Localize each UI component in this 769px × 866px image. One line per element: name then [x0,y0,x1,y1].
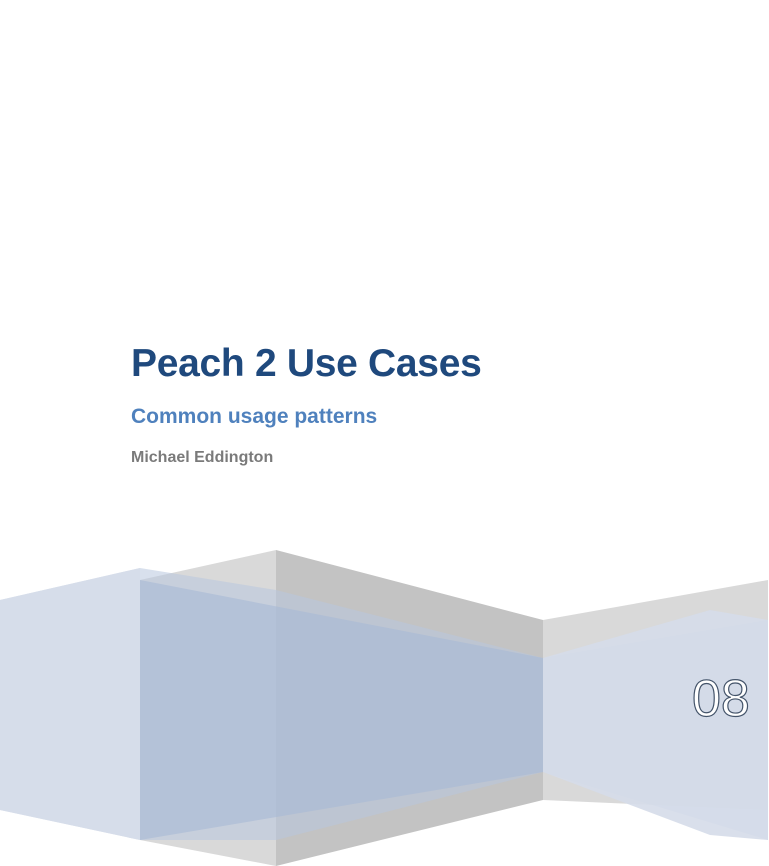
year-label: 08 [692,670,750,728]
cover-title-block: Peach 2 Use Cases Common usage patterns … [131,336,731,468]
document-subtitle: Common usage patterns [131,405,378,428]
document-title: Peach 2 Use Cases [131,342,482,385]
document-author: Michael Eddington [131,449,274,466]
cover-decoration-graphic: 08 [0,550,768,866]
